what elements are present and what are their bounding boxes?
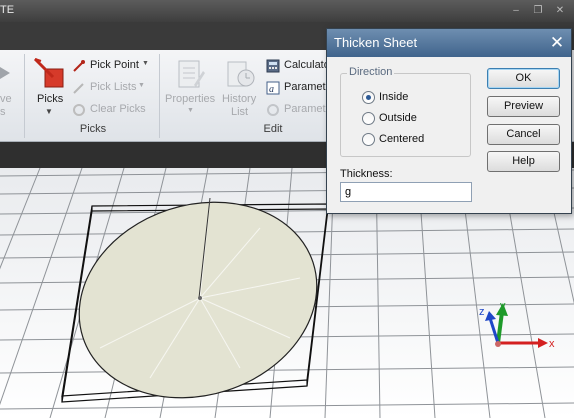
clipped-arrow-icon	[0, 67, 10, 79]
disk-center	[198, 296, 202, 300]
thickness-input[interactable]	[340, 182, 472, 202]
radio-button[interactable]	[362, 133, 375, 146]
chevron-down-icon: ▼	[142, 60, 149, 67]
cancel-button[interactable]: Cancel	[487, 124, 560, 145]
radio-inside-label: Inside	[379, 91, 409, 103]
axis-triad	[485, 303, 548, 348]
direction-legend: Direction	[347, 66, 395, 78]
clear-picks-label: Clear Picks	[90, 103, 146, 115]
pick-point-icon	[73, 60, 85, 72]
ribbon-separator	[159, 54, 160, 138]
dialog-close-button[interactable]: ✕	[545, 32, 569, 53]
app-titlebar: TE – ❐ ✕	[0, 0, 574, 22]
z-axis-label: z	[479, 306, 485, 318]
clipped-label-1: ve	[0, 93, 12, 105]
preview-button[interactable]: Preview	[487, 96, 560, 117]
pick-point-label: Pick Point	[90, 59, 139, 71]
history-label-line1: History	[222, 93, 257, 105]
thickness-label: Thickness:	[340, 168, 393, 180]
properties-button[interactable]: Properties ▼	[163, 55, 219, 121]
pick-lists-label: Pick Lists	[90, 81, 137, 93]
clear-picks-icon	[73, 104, 85, 116]
chevron-down-icon: ▼	[187, 107, 194, 114]
pick-lists-button[interactable]: Pick Lists ▼	[72, 80, 152, 96]
restore-button[interactable]: ❐	[532, 5, 544, 16]
clipped-label-2: s	[0, 106, 6, 118]
history-list-icon	[227, 61, 255, 87]
calculator-button[interactable]: Calculato	[266, 58, 330, 74]
pick-point-button[interactable]: Pick Point ▼	[72, 58, 152, 74]
properties-icon	[178, 60, 205, 88]
thicken-sheet-dialog: Thicken Sheet ✕ Direction Inside Outside…	[326, 28, 572, 214]
picks-button[interactable]: Picks ▼	[28, 55, 70, 121]
picks-button-label: Picks	[37, 93, 64, 105]
ribbon-separator	[24, 54, 25, 138]
parameter-icon: a	[266, 81, 280, 95]
radio-centered-label: Centered	[379, 133, 425, 145]
parameter-refresh-icon	[267, 104, 279, 116]
calculator-icon	[266, 59, 280, 73]
picks-group-label: Picks	[79, 123, 107, 135]
radio-button[interactable]	[362, 91, 375, 104]
chevron-down-icon: ▼	[138, 82, 145, 89]
chevron-down-icon: ▼	[45, 107, 53, 116]
history-list-button[interactable]: History List	[220, 55, 260, 121]
parameter-button[interactable]: a Paramet	[266, 80, 326, 96]
dialog-titlebar: Thicken Sheet ✕	[327, 29, 571, 57]
ok-button[interactable]: OK	[487, 68, 560, 89]
y-axis-label: y	[500, 300, 506, 312]
close-window-button[interactable]: ✕	[554, 5, 566, 16]
radio-selected-dot	[366, 95, 371, 100]
properties-label: Properties	[165, 93, 216, 105]
help-button[interactable]: Help	[487, 151, 560, 172]
svg-text:a: a	[269, 84, 274, 95]
pick-lists-icon	[73, 83, 84, 94]
calculator-label: Calculato	[284, 59, 330, 71]
radio-button[interactable]	[362, 112, 375, 125]
parameter-refresh-label: Paramet	[284, 103, 326, 115]
parameter-label: Paramet	[284, 81, 326, 93]
app-title: TE	[0, 4, 15, 16]
dialog-title: Thicken Sheet	[334, 35, 418, 50]
clear-picks-button[interactable]: Clear Picks	[72, 102, 152, 118]
parameter-refresh-button[interactable]: Paramet	[266, 102, 326, 118]
picks-icon	[33, 57, 64, 88]
history-label-line2: List	[231, 106, 249, 118]
x-axis-label: x	[549, 338, 555, 350]
radio-outside-label: Outside	[379, 112, 417, 124]
minimize-button[interactable]: –	[510, 5, 522, 16]
